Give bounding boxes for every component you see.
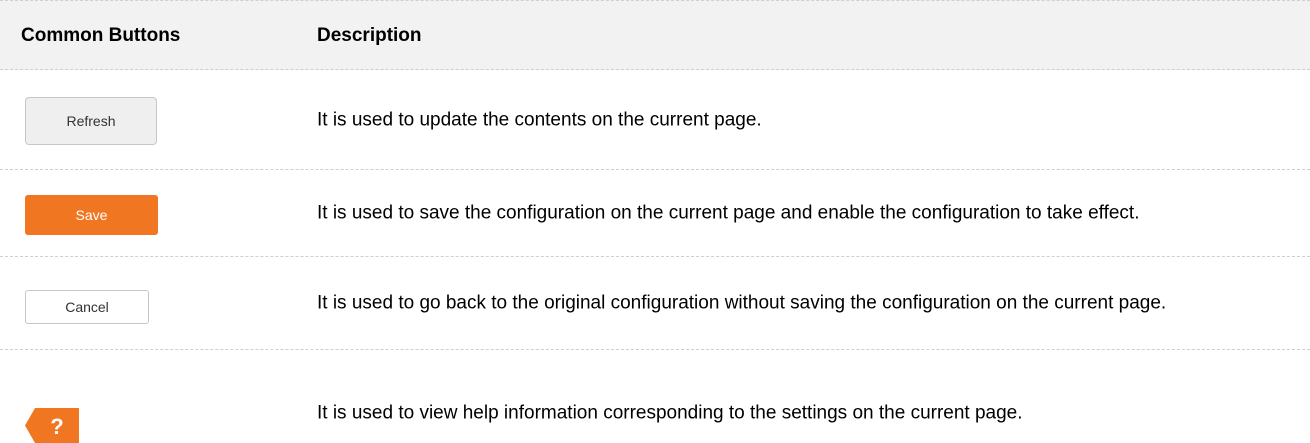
save-button[interactable]: Save xyxy=(25,195,158,235)
refresh-button[interactable]: Refresh xyxy=(25,97,157,145)
column-header-common-buttons: Common Buttons xyxy=(21,25,181,46)
table-row: Save It is used to save the configuratio… xyxy=(0,170,1310,257)
button-description-table: Common Buttons Description Refresh It is… xyxy=(0,0,1310,443)
table-row: Refresh It is used to update the content… xyxy=(0,70,1310,170)
table-row: Cancel It is used to go back to the orig… xyxy=(0,257,1310,350)
row-description: It is used to update the contents on the… xyxy=(317,109,762,130)
table-row: ? It is used to view help information co… xyxy=(0,350,1310,443)
row-description: It is used to go back to the original co… xyxy=(317,292,1167,314)
help-tab-shape: ? xyxy=(25,408,79,443)
table-header: Common Buttons Description xyxy=(0,0,1310,70)
row-description: It is used to view help information corr… xyxy=(317,402,1023,424)
row-description: It is used to save the configuration on … xyxy=(317,202,1140,224)
column-header-description: Description xyxy=(317,25,422,46)
help-question-mark: ? xyxy=(50,414,63,439)
help-tab-icon[interactable]: ? xyxy=(25,408,79,443)
cancel-button[interactable]: Cancel xyxy=(25,290,149,324)
